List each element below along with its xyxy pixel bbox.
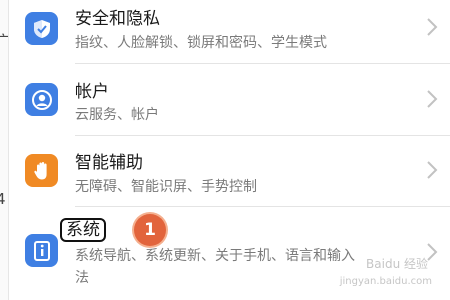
watermark-url: jingyan.baidu.com [339,276,432,287]
settings-screen: 宀 4 安全和隐私 指纹、人脸解锁、锁屏和密码、学生模式 帐户 云服务、帐户 智… [0,0,450,300]
step-badge: 1 [134,214,166,246]
edge-glyph: 4 [0,190,6,208]
account-icon [25,83,58,116]
settings-item-title: 系统 [66,220,100,240]
settings-item-subtitle: 无障碍、智能识屏、手势控制 [75,179,257,195]
settings-item-subtitle: 指纹、人脸解锁、锁屏和密码、学生模式 [75,35,327,51]
shield-icon [25,12,58,45]
watermark-logo: Baidu 经验 [366,257,428,271]
settings-item-title: 智能辅助 [75,153,143,173]
settings-item-subtitle: 系统导航、系统更新、关于手机、语言和输入 [75,248,355,264]
settings-item-account[interactable]: 帐户 云服务、帐户 [8,64,450,135]
settings-item-subtitle-wrap: 法 [75,270,89,286]
settings-item-assist[interactable]: 智能辅助 无障碍、智能识屏、手势控制 [8,136,450,207]
settings-item-title: 帐户 [75,82,109,102]
hand-icon [25,154,58,187]
settings-item-security[interactable]: 安全和隐私 指纹、人脸解锁、锁屏和密码、学生模式 [8,0,450,63]
chevron-right-icon [427,18,438,36]
background-window-edge: 宀 4 [0,0,11,300]
info-icon [25,234,58,267]
chevron-right-icon [427,161,438,179]
chevron-right-icon [427,90,438,108]
settings-item-subtitle: 云服务、帐户 [75,107,159,123]
settings-item-title: 安全和隐私 [75,9,160,29]
highlight-box: 系统 [60,218,106,242]
